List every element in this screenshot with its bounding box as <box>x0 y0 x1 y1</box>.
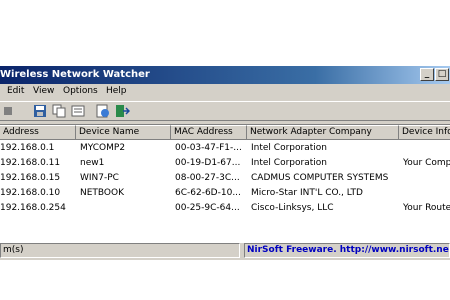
menu-bar: Edit View Options Help <box>0 84 450 101</box>
cell-device-name: NETBOOK <box>80 188 125 198</box>
stop-icon[interactable] <box>0 104 16 118</box>
cell-device-name: MYCOMP2 <box>80 143 126 153</box>
cell-address: 192.168.0.15 <box>0 173 61 183</box>
cell-mac: 08-00-27-3C... <box>175 173 240 183</box>
nirsoft-link[interactable]: NirSoft Freeware. http://www.nirsoft.net <box>244 243 450 258</box>
exit-icon[interactable] <box>114 104 131 118</box>
maximize-button[interactable]: □ <box>435 68 449 81</box>
html-report-icon[interactable] <box>95 104 111 118</box>
cell-device-name <box>80 201 170 216</box>
cell-mac: 00-03-47-F1-... <box>175 143 242 153</box>
cell-device-info: Your Router <box>403 203 450 213</box>
status-bar: m(s) NirSoft Freeware. http://www.nirsof… <box>0 242 450 260</box>
column-address[interactable]: Address <box>0 125 76 140</box>
cell-company: Intel Corporation <box>251 158 327 168</box>
cell-device-info: Your Computer <box>403 158 450 168</box>
minimize-button[interactable]: _ <box>420 68 434 81</box>
cell-device-info <box>403 141 450 156</box>
properties-icon[interactable] <box>70 104 86 118</box>
menu-help[interactable]: Help <box>106 86 127 96</box>
column-device-name[interactable]: Device Name <box>76 125 171 140</box>
window-title: Wireless Network Watcher <box>0 69 150 80</box>
menu-options[interactable]: Options <box>63 86 98 96</box>
column-adapter-company[interactable]: Network Adapter Company <box>247 125 399 140</box>
cell-address: 192.168.0.254 <box>0 203 66 213</box>
cell-address: 192.168.0.10 <box>0 188 61 198</box>
device-list[interactable]: Address Device Name MAC Address Network … <box>0 124 450 243</box>
menu-view[interactable]: View <box>33 86 54 96</box>
copy-icon[interactable] <box>51 104 67 118</box>
cell-company: Intel Corporation <box>251 143 327 153</box>
toolbar <box>0 101 450 121</box>
cell-company: CADMUS COMPUTER SYSTEMS <box>251 173 389 183</box>
cell-company: Cisco-Linksys, LLC <box>251 203 334 213</box>
cell-address: 192.168.0.11 <box>0 158 61 168</box>
main-window: Wireless Network Watcher _ □ Edit View O… <box>0 66 450 260</box>
menu-edit[interactable]: Edit <box>7 86 24 96</box>
cell-mac: 00-19-D1-67... <box>175 158 241 168</box>
cell-company: Micro-Star INT'L CO., LTD <box>251 188 363 198</box>
cell-device-name: WIN7-PC <box>80 173 119 183</box>
save-icon[interactable] <box>32 104 48 118</box>
cell-device-info <box>403 171 450 186</box>
cell-address: 192.168.0.1 <box>0 143 55 153</box>
cell-device-info <box>403 186 450 201</box>
cell-mac: 6C-62-6D-10... <box>175 188 241 198</box>
column-mac-address[interactable]: MAC Address <box>171 125 247 140</box>
status-item-count: m(s) <box>0 243 240 258</box>
title-bar[interactable]: Wireless Network Watcher _ □ <box>0 66 450 84</box>
column-device-info[interactable]: Device Info <box>399 125 450 140</box>
cell-mac: 00-25-9C-64... <box>175 203 240 213</box>
cell-device-name: new1 <box>80 158 105 168</box>
